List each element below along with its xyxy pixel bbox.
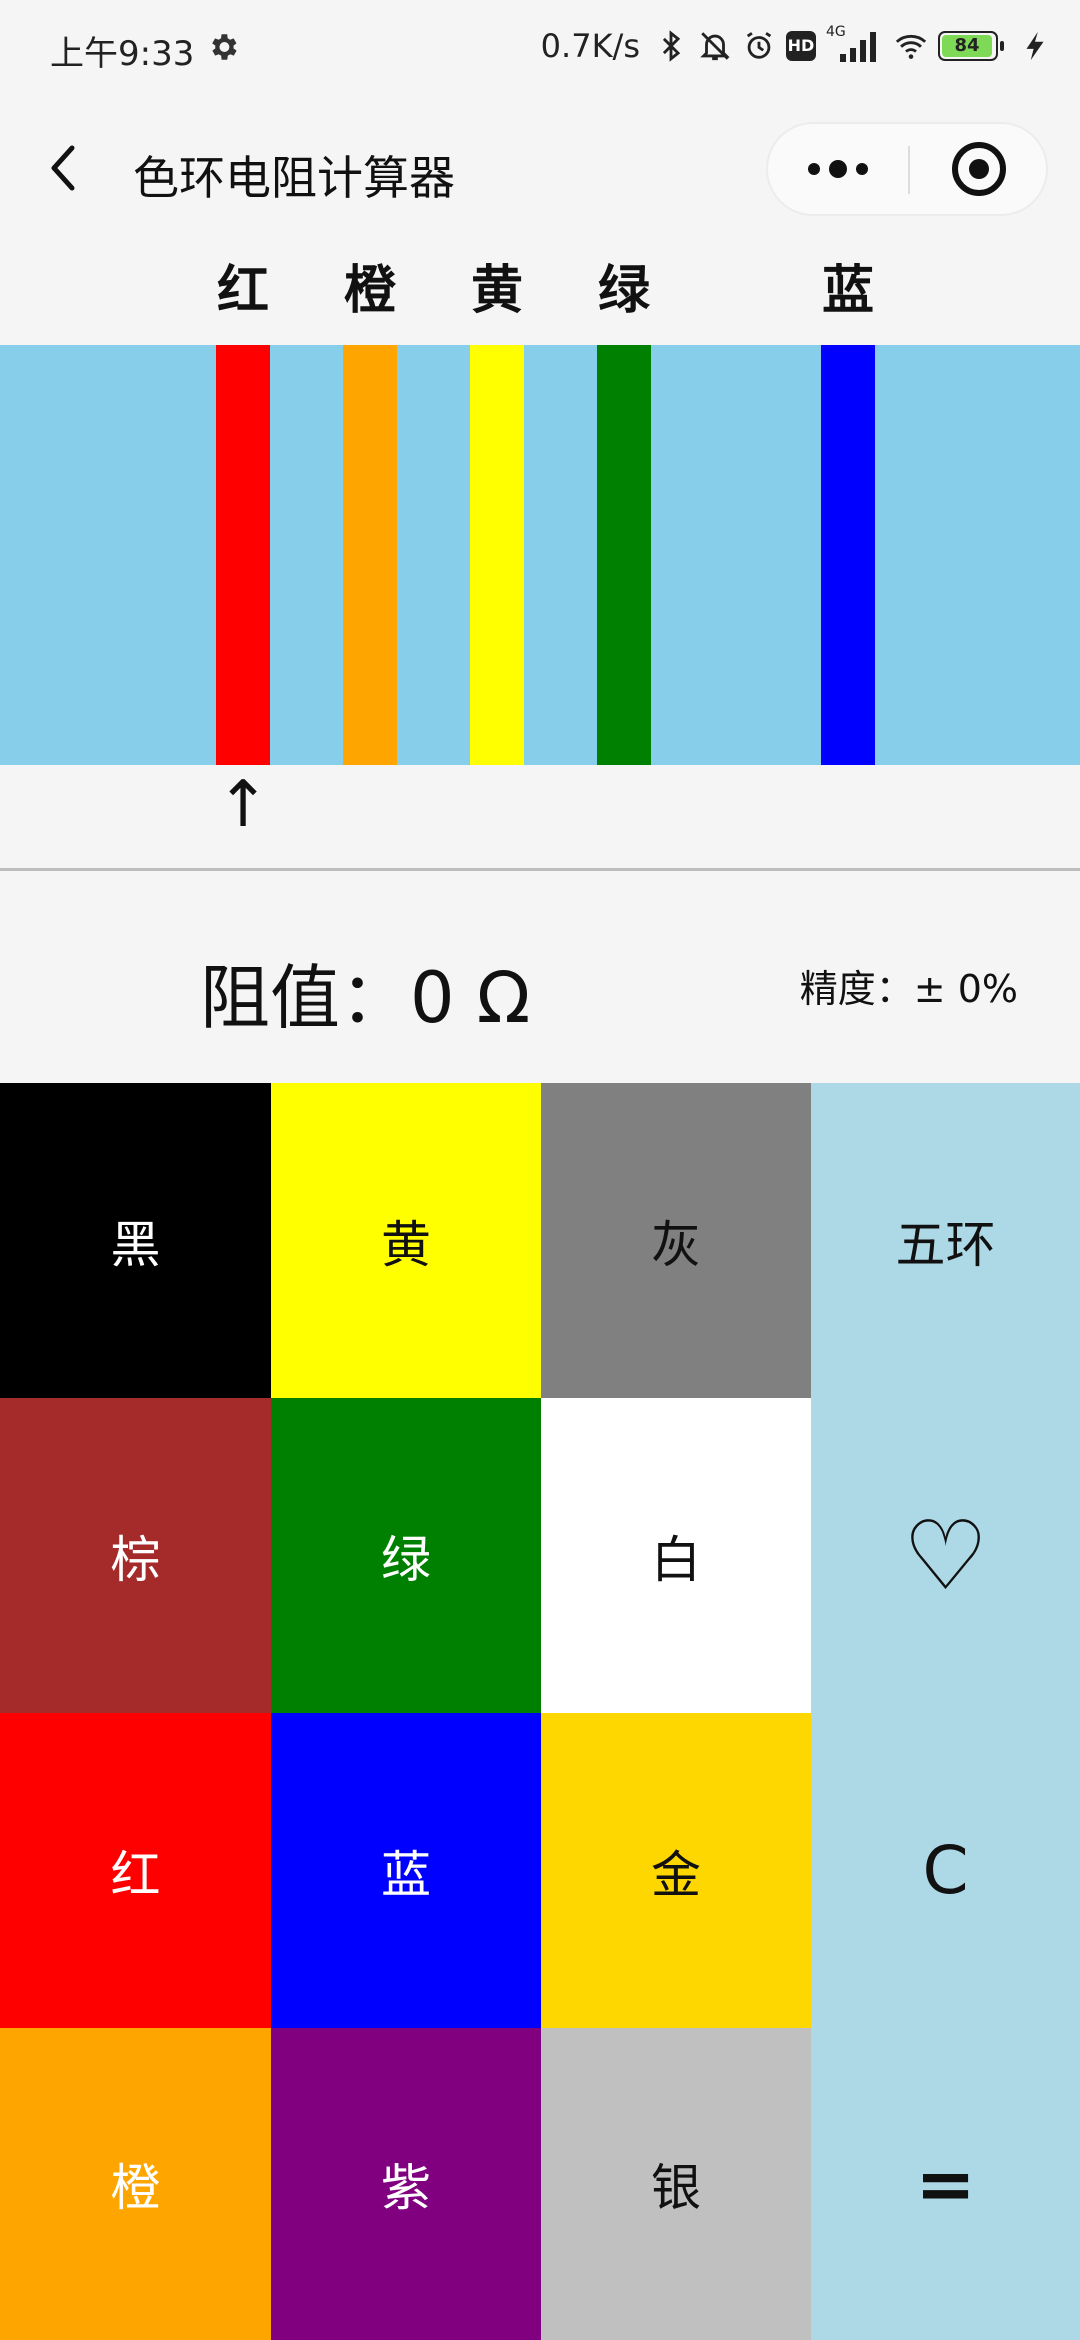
close-mini-program-button[interactable]	[910, 124, 1048, 214]
precision-value: 精度：± 0%	[799, 967, 1018, 1011]
color-key-purple[interactable]: 紫	[271, 2028, 541, 2340]
color-key-silver[interactable]: 银	[541, 2028, 811, 2340]
alarm-icon	[746, 32, 772, 59]
signal-icon: 4G	[826, 24, 884, 66]
color-key-brown[interactable]: 棕	[0, 1398, 271, 1713]
gear-icon	[212, 34, 237, 60]
network-type-label: 4G	[826, 24, 846, 40]
nav-bar: 色环电阻计算器	[0, 110, 1080, 230]
band-label-2: 橙	[343, 261, 396, 321]
mute-bell-icon	[700, 32, 730, 61]
five-band-mode-button[interactable]: 五环	[811, 1083, 1080, 1398]
hd-badge: HD	[786, 31, 816, 61]
status-bar: 上午9:33 0.7K/s HD 4G 84	[0, 0, 1080, 96]
status-icons: 0.7K/s HD 4G 84	[541, 24, 1052, 68]
more-menu-button[interactable]	[768, 124, 908, 214]
band-labels: 红 橙 黄 绿 蓝	[0, 236, 1080, 326]
target-circle-icon	[952, 142, 1006, 196]
band-selector-arrow: ↑	[216, 768, 270, 842]
color-key-yellow[interactable]: 黄	[271, 1083, 541, 1398]
band-label-1: 红	[216, 261, 269, 321]
section-divider	[0, 868, 1080, 871]
back-button[interactable]	[40, 138, 90, 198]
color-key-blue[interactable]: 蓝	[271, 1713, 541, 2028]
band-label-3: 黄	[470, 261, 523, 321]
color-band-3[interactable]	[470, 345, 524, 765]
color-key-orange[interactable]: 橙	[0, 2028, 271, 2340]
color-band-2[interactable]	[343, 345, 397, 765]
page-title: 色环电阻计算器	[133, 151, 455, 205]
color-key-black[interactable]: 黑	[0, 1083, 271, 1398]
band-label-4: 绿	[597, 261, 650, 321]
favorite-button[interactable]: ♡	[811, 1398, 1080, 1713]
mini-program-capsule	[766, 122, 1048, 216]
band-label-5: 蓝	[821, 261, 874, 321]
color-key-red[interactable]: 红	[0, 1713, 271, 2028]
color-band-4[interactable]	[597, 345, 651, 765]
color-band-1[interactable]	[216, 345, 270, 765]
color-key-gold[interactable]: 金	[541, 1713, 811, 2028]
equals-button[interactable]: =	[811, 2028, 1080, 2340]
color-keypad: 黑 黄 灰 棕 绿 白 红 蓝 金 橙 紫 银 五环 ♡ C =	[0, 1083, 1080, 2340]
bluetooth-icon	[662, 30, 681, 62]
clear-button[interactable]: C	[811, 1713, 1080, 2028]
net-speed: 0.7K/s	[540, 27, 640, 65]
wifi-icon	[895, 34, 927, 59]
resistance-value: 阻值：0 Ω	[200, 957, 531, 1039]
color-key-green[interactable]: 绿	[271, 1398, 541, 1713]
color-key-gray[interactable]: 灰	[541, 1083, 811, 1398]
battery-level: 84	[942, 35, 992, 57]
resistor-body	[0, 345, 1080, 765]
charging-icon	[1026, 31, 1044, 61]
color-band-5[interactable]	[821, 345, 875, 765]
battery-icon: 84	[938, 29, 1008, 63]
chevron-left-icon	[51, 145, 75, 191]
status-time: 上午9:33	[50, 34, 195, 74]
more-dots-icon	[808, 160, 868, 178]
color-key-white[interactable]: 白	[541, 1398, 811, 1713]
